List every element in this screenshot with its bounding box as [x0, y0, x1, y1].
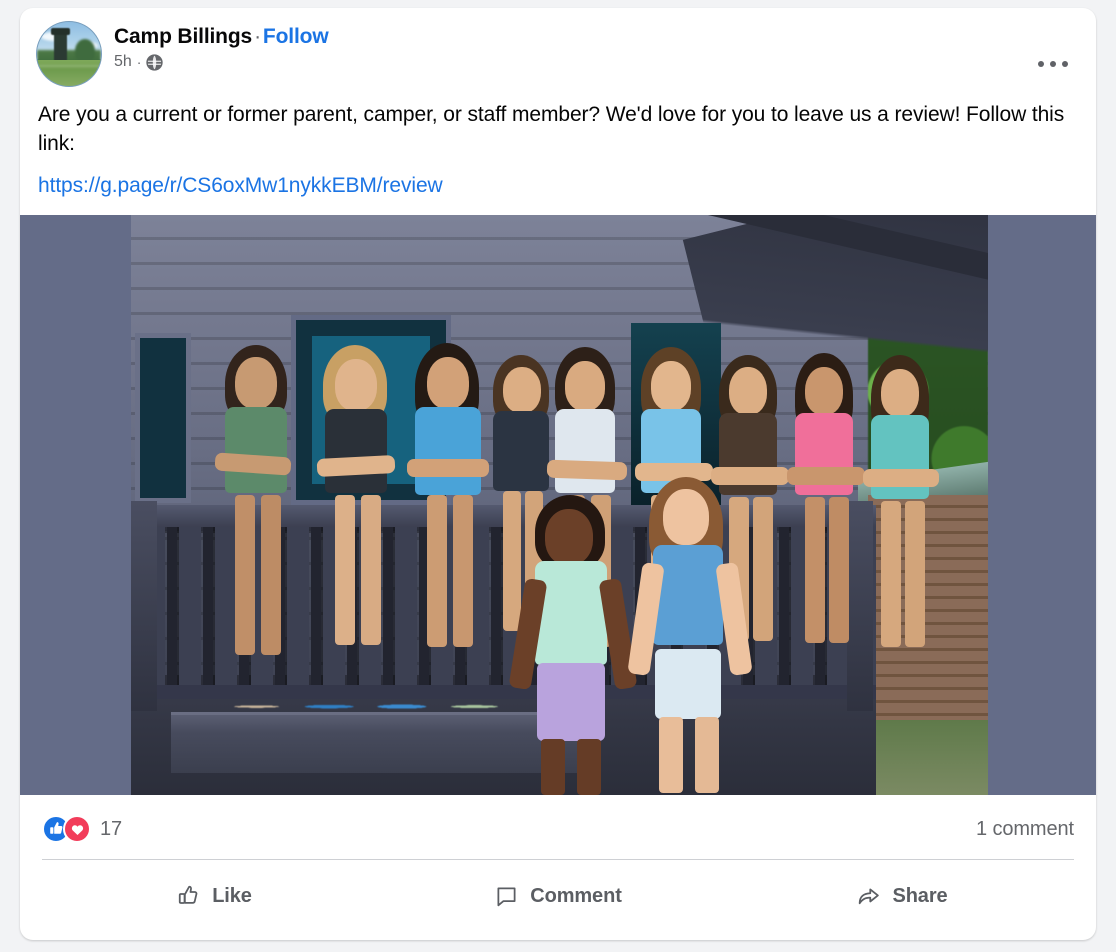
shoes-on-step	[217, 691, 547, 717]
heart-icon	[63, 815, 91, 843]
ground	[863, 720, 988, 795]
share-button-label: Share	[892, 885, 947, 908]
comment-button-label: Comment	[530, 885, 622, 908]
cabin-window-left	[135, 333, 191, 503]
post-body-text: Are you a current or former parent, camp…	[20, 86, 1096, 158]
globe-icon[interactable]	[146, 54, 163, 71]
post-meta: 5h ·	[114, 52, 329, 72]
author-line: Camp Billings·Follow	[114, 24, 329, 49]
more-options-button[interactable]	[1032, 52, 1074, 76]
post-header: Camp Billings·Follow 5h ·	[20, 8, 1096, 86]
action-bar: Like Comment Share	[20, 860, 1096, 932]
camper-figure	[859, 355, 949, 665]
engagement-row: 17 1 comment	[20, 795, 1096, 859]
ellipsis-dot	[1038, 61, 1044, 67]
comment-button[interactable]: Comment	[386, 871, 730, 921]
post-header-text: Camp Billings·Follow 5h ·	[114, 21, 329, 72]
post-timestamp[interactable]: 5h	[114, 52, 132, 72]
camper-figure-front	[515, 495, 635, 795]
post-review-link[interactable]: https://g.page/r/CS6oxMw1nykkEBM/review	[20, 158, 1096, 215]
reaction-count: 17	[100, 818, 122, 841]
ellipsis-dot	[1050, 61, 1056, 67]
like-button[interactable]: Like	[42, 871, 386, 921]
post-photo-letterbox	[20, 215, 1096, 795]
railing-post	[131, 501, 157, 711]
post-photo[interactable]	[131, 215, 988, 795]
thumbs-up-outline-icon	[176, 884, 201, 909]
author-name[interactable]: Camp Billings	[114, 25, 252, 48]
share-arrow-icon	[856, 884, 881, 909]
camper-figure	[311, 345, 407, 665]
like-button-label: Like	[212, 885, 252, 908]
follow-button[interactable]: Follow	[263, 25, 329, 48]
comment-bubble-outline-icon	[494, 884, 519, 909]
camper-figure-front	[631, 477, 751, 795]
avatar[interactable]	[36, 21, 102, 87]
page-background: Camp Billings·Follow 5h ·	[0, 0, 1116, 952]
avatar-grass	[37, 60, 101, 86]
camper-figure	[211, 345, 307, 675]
avatar-tower	[54, 33, 67, 63]
share-button[interactable]: Share	[730, 871, 1074, 921]
reactions-summary[interactable]: 17	[42, 815, 122, 843]
ellipsis-dot	[1062, 61, 1068, 67]
meta-separator: ·	[137, 52, 142, 72]
comment-count[interactable]: 1 comment	[976, 818, 1074, 841]
author-separator: ·	[252, 25, 263, 48]
reaction-icon-group	[42, 815, 91, 843]
avatar-tree	[75, 39, 95, 63]
facebook-post-card: Camp Billings·Follow 5h ·	[20, 8, 1096, 940]
